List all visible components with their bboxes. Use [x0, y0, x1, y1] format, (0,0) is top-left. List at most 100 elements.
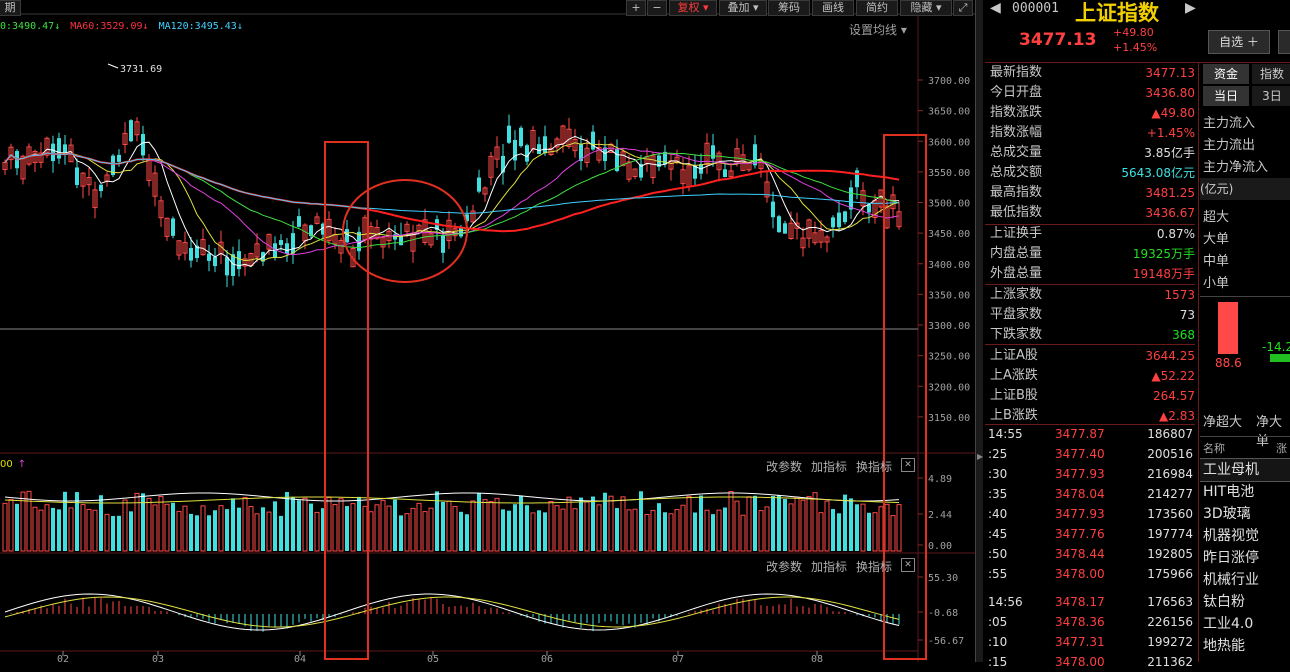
divider-vertical: [1198, 62, 1199, 662]
vol-add-indicator[interactable]: 加指标: [811, 458, 847, 475]
period-button[interactable]: 期: [0, 0, 21, 16]
tick-row: :55 3478.00 175966: [985, 564, 1195, 584]
ma-settings-button[interactable]: 设置均线 ▾: [849, 21, 907, 38]
volume-bar: [297, 500, 301, 551]
volume-bar: [723, 507, 727, 551]
expand-icon[interactable]: ⤢: [953, 0, 973, 16]
sector-item[interactable]: 工业4.0: [1203, 613, 1253, 633]
volume-bar: [32, 506, 38, 552]
prev-stock-icon[interactable]: ◀: [990, 0, 1001, 16]
price-tick-label: 3600.00: [928, 137, 970, 148]
volume-bar: [279, 515, 283, 551]
tick-volume: 186807: [1147, 427, 1193, 441]
volume-bar: [68, 507, 74, 552]
volume-bar: [837, 513, 841, 551]
price-tick-label: 3550.00: [928, 168, 970, 179]
net-super-label: 净超大: [1203, 415, 1243, 430]
tick-time: :30: [988, 467, 1008, 481]
candle-body: [141, 133, 145, 156]
volume-bar: [441, 501, 445, 551]
zoom-out-button[interactable]: −: [647, 0, 667, 16]
tick-row: :45 3477.76 197774: [985, 524, 1195, 544]
quote-row: 上B涨跌 ▲2.83: [990, 406, 1195, 426]
tick-time: :40: [988, 507, 1008, 521]
price-tick-label: 3650.00: [928, 107, 970, 118]
quote-value: 3436.80: [1145, 86, 1195, 100]
volume-bar: [404, 513, 410, 552]
tab-fund[interactable]: 资金: [1203, 64, 1249, 84]
overlay-button[interactable]: 叠加 ▾: [719, 0, 767, 16]
tick-volume: 200516: [1147, 447, 1193, 461]
volume-bar: [591, 496, 595, 551]
volume-bar: [470, 500, 476, 552]
volume-bar: [446, 500, 452, 552]
volume-bar: [8, 499, 14, 552]
volume-bar: [783, 499, 787, 551]
volume-bar: [704, 509, 710, 552]
sector-item[interactable]: 地热能: [1203, 635, 1245, 655]
macd-switch-indicator[interactable]: 换指标: [856, 558, 892, 575]
tab-today[interactable]: 当日: [1203, 86, 1249, 106]
sector-item[interactable]: 机器视觉: [1203, 525, 1259, 545]
adjust-button[interactable]: 复权 ▾: [669, 0, 717, 16]
candle-body: [501, 155, 505, 173]
zoom-in-button[interactable]: +: [626, 0, 646, 16]
sector-item[interactable]: 3D玻璃: [1203, 503, 1251, 523]
tick-row: :15 3478.00 211362: [985, 652, 1195, 672]
brief-button[interactable]: 简约: [856, 0, 898, 16]
main-outflow-label: 主力流出: [1203, 138, 1256, 153]
tick-time: :10: [988, 635, 1008, 649]
tick-row: 14:55 3477.87 186807: [985, 424, 1195, 444]
vol-change-params[interactable]: 改参数: [766, 458, 802, 475]
add-watchlist-button[interactable]: 自选 ＋: [1208, 30, 1270, 54]
volume-bar: [519, 495, 523, 551]
candle-body: [519, 127, 523, 147]
tab-3day[interactable]: 3日: [1252, 86, 1290, 106]
sector-item[interactable]: HIT电池: [1203, 481, 1254, 501]
candle-body: [849, 187, 853, 210]
candle-body: [831, 217, 835, 228]
quote-row: 最高指数 3481.25: [990, 183, 1195, 203]
quote-value: ▲2.83: [1159, 409, 1195, 423]
chip-button[interactable]: 筹码: [768, 0, 810, 16]
sector-item[interactable]: 机械行业: [1203, 569, 1259, 589]
volume-bar: [57, 509, 61, 551]
volume-bar: [459, 511, 463, 551]
vol-close-icon[interactable]: ✕: [901, 458, 915, 472]
volume-bar: [146, 497, 152, 552]
quote-value: 3.85亿手: [1144, 146, 1195, 160]
volume-bar: [242, 496, 248, 552]
quote-row: 最新指数 3477.13: [990, 63, 1195, 83]
divider: [985, 344, 1195, 345]
volume-bar: [650, 509, 656, 552]
quote-row: 下跌家数 368: [990, 325, 1195, 345]
volume-bar: [26, 490, 32, 552]
candle-body: [441, 235, 445, 253]
sector-item[interactable]: 钛白粉: [1203, 591, 1245, 611]
tab-index[interactable]: 指数: [1252, 64, 1290, 84]
candle-body: [543, 136, 547, 154]
quote-label: 今日开盘: [990, 85, 1043, 100]
candle-body: [189, 247, 193, 261]
volume-bar: [663, 512, 667, 551]
volume-bar: [896, 504, 902, 552]
tick-row: :10 3477.31 199272: [985, 632, 1195, 652]
sector-item[interactable]: 工业母机: [1203, 459, 1259, 479]
macd-change-params[interactable]: 改参数: [766, 558, 802, 575]
macd-tick-label: -56.67: [928, 636, 964, 647]
kline-chart-area[interactable]: 3700.00 3650.00 3600.00 3550.00 3500.00 3450.…: [0, 0, 975, 662]
macd-close-icon[interactable]: ✕: [901, 558, 915, 572]
next-stock-icon[interactable]: ▶: [1185, 0, 1196, 16]
more-button[interactable]: [1278, 30, 1290, 54]
volume-bar: [626, 509, 632, 552]
quote-value: 3481.25: [1145, 186, 1195, 200]
hide-button[interactable]: 隐藏 ▾: [900, 0, 952, 16]
macd-add-indicator[interactable]: 加指标: [811, 558, 847, 575]
volume-bar: [380, 499, 386, 552]
tick-price: 3478.44: [1055, 547, 1105, 561]
volume-bar: [231, 498, 235, 551]
vol-switch-indicator[interactable]: 换指标: [856, 458, 892, 475]
candle-body: [171, 218, 175, 236]
sector-item[interactable]: 昨日涨停: [1203, 547, 1259, 567]
draw-button[interactable]: 画线: [812, 0, 854, 16]
